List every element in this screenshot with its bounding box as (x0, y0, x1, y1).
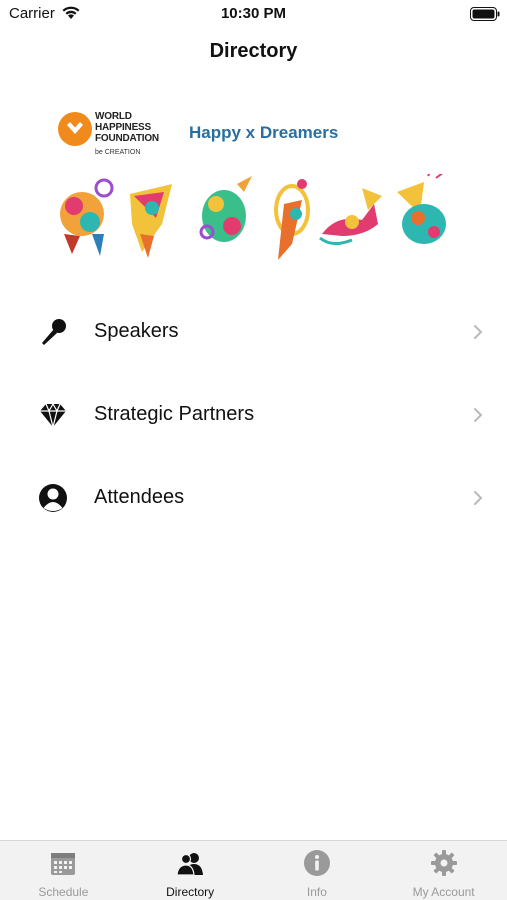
list-item-label: Strategic Partners (94, 403, 255, 425)
creature-illustrations (60, 174, 446, 260)
tab-label: Info (306, 885, 327, 899)
chevron-right-icon (474, 325, 483, 339)
chevron-right-icon (474, 408, 483, 422)
page-title: Directory (209, 40, 298, 62)
tab-directory[interactable]: Directory (127, 841, 254, 900)
directory-list: Speakers Strategic Partners Attendees (0, 290, 507, 539)
tab-bar: Schedule Directory Info My Account (0, 840, 507, 900)
user-circle-icon (39, 484, 67, 512)
gear-icon (430, 850, 457, 876)
tab-label: My Account (412, 885, 475, 899)
logo-text: WORLD HAPPINESS FOUNDATION (95, 111, 159, 144)
tab-schedule[interactable]: Schedule (0, 841, 127, 900)
creature-illustration (397, 174, 446, 244)
world-happiness-foundation-logo (58, 112, 92, 146)
list-item-attendees[interactable]: Attendees (0, 456, 507, 539)
creature-illustration (274, 179, 310, 260)
battery-icon (470, 7, 500, 21)
logo-subtext: be CREATION (95, 149, 141, 156)
creature-illustration (199, 176, 252, 242)
tab-label: Directory (166, 885, 215, 899)
banner-image: WORLD HAPPINESS FOUNDATION be CREATION H… (52, 106, 462, 262)
microphone-icon (42, 319, 66, 345)
creature-illustration (130, 184, 172, 258)
list-item-label: Speakers (94, 320, 179, 342)
creature-illustration (319, 188, 382, 245)
calendar-icon (51, 853, 76, 875)
clock: 10:30 PM (220, 5, 287, 22)
tab-my-account[interactable]: My Account (380, 841, 507, 900)
list-item-strategic-partners[interactable]: Strategic Partners (0, 373, 507, 456)
tab-info[interactable]: Info (254, 841, 381, 900)
banner-tagline: Happy x Dreamers (189, 123, 339, 142)
list-item-label: Attendees (94, 486, 185, 508)
people-icon (176, 853, 204, 876)
status-bar: Carrier 10:30 PM (0, 0, 507, 28)
info-icon (303, 850, 330, 876)
diamond-icon (40, 402, 66, 428)
list-item-speakers[interactable]: Speakers (0, 290, 507, 373)
creature-illustration (60, 178, 114, 256)
tab-label: Schedule (38, 885, 89, 899)
chevron-right-icon (474, 491, 483, 505)
